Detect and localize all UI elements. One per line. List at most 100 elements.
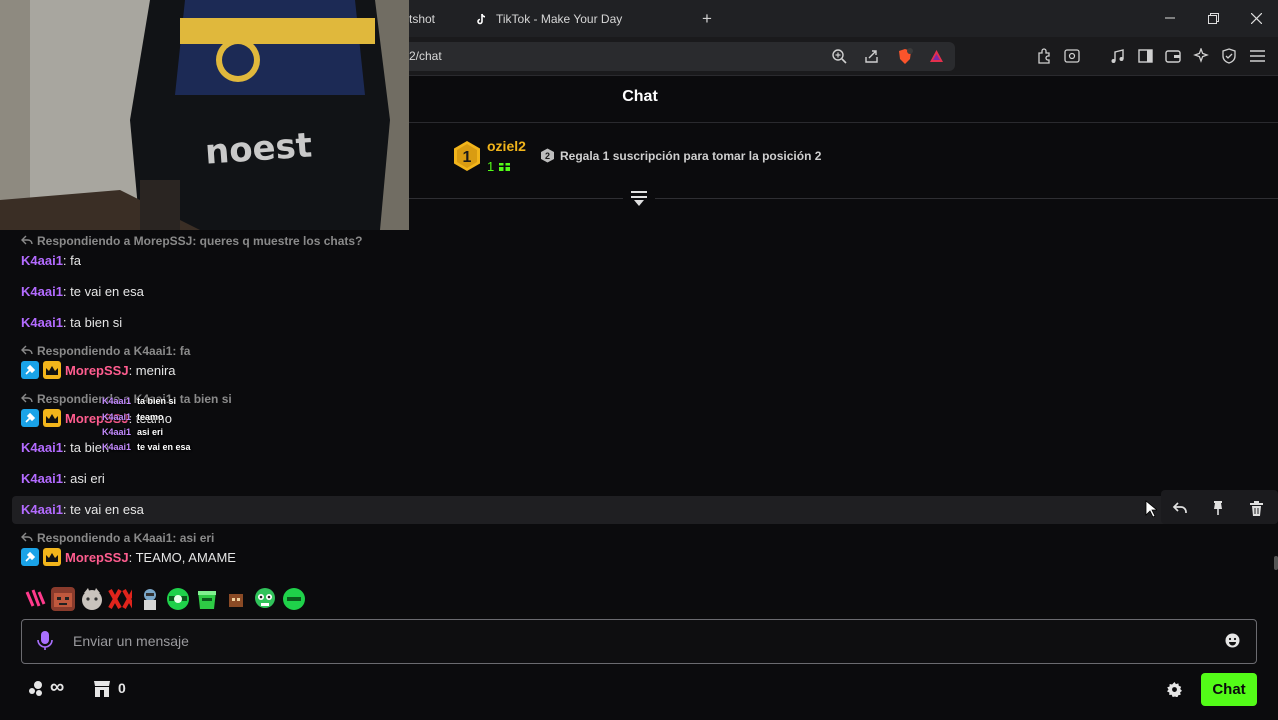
emote-red-x-icon[interactable] xyxy=(108,587,132,611)
chat-text: : menira xyxy=(128,362,176,378)
webcam-picture: noest xyxy=(0,0,409,230)
chat-username[interactable]: MorepSSJ xyxy=(65,550,129,565)
overlay-username: K4aai1 xyxy=(102,396,132,406)
reply-text: Respondiendo a K4aai1: asi eri xyxy=(37,531,215,545)
overlay-chat-line: K4aai1 teamo xyxy=(102,412,164,422)
chat-title: Chat xyxy=(622,88,658,105)
mouse-cursor-icon xyxy=(1145,500,1159,523)
tiktok-icon xyxy=(474,12,488,26)
emote-skull-icon[interactable] xyxy=(253,587,277,611)
reply-arrow-icon xyxy=(21,392,33,406)
chat-settings-gear-icon[interactable] xyxy=(1167,682,1182,702)
chat-text: : ta bien si xyxy=(62,315,123,330)
send-chat-button[interactable]: Chat xyxy=(1201,673,1257,706)
emoji-picker-icon[interactable] xyxy=(1225,633,1240,653)
overlay-chat-line: K4aai1 asi eri xyxy=(102,427,163,437)
reply-action-icon[interactable] xyxy=(1169,497,1191,519)
close-window-icon[interactable] xyxy=(1246,8,1266,28)
emote-brown-box-icon[interactable] xyxy=(224,587,248,611)
chat-username[interactable]: MorepSSJ xyxy=(65,363,129,378)
chat-message[interactable]: K4aai1: ta bien si xyxy=(21,315,122,330)
chat-username[interactable]: K4aai1 xyxy=(21,502,63,517)
chat-message[interactable]: K4aai1: ta bien xyxy=(21,440,109,455)
emote-green-chat-icon[interactable] xyxy=(282,587,306,611)
zoom-icon[interactable] xyxy=(830,47,848,65)
rank-1-badge-icon: 1 xyxy=(451,140,483,177)
emote-pink-hearts-icon[interactable] xyxy=(23,587,47,611)
chat-message[interactable]: MorepSSJ: TEAMO, AMAME xyxy=(21,548,236,566)
overlay-text: asi eri xyxy=(137,427,164,437)
divider-left xyxy=(409,198,623,199)
reply-context[interactable]: Respondiendo a K4aai1: fa xyxy=(21,344,190,358)
chat-message[interactable]: K4aai1: fa xyxy=(21,253,81,268)
chat-message[interactable]: K4aai1: asi eri xyxy=(21,471,105,486)
reply-context[interactable]: Respondiendo a MorepSSJ: queres q muestr… xyxy=(21,234,362,248)
overlay-username: K4aai1 xyxy=(102,442,132,452)
svg-text:noest: noest xyxy=(204,125,314,172)
overlay-chat-line: K4aai1 ta bien si xyxy=(102,396,176,406)
vpn-shield-icon[interactable] xyxy=(1220,47,1238,65)
screenshot-ext-icon[interactable] xyxy=(1063,47,1081,65)
leaderboard-user[interactable]: oziel2 xyxy=(487,138,526,154)
emote-green-bucket-icon[interactable] xyxy=(195,587,219,611)
reply-context[interactable]: Respondiendo a K4aai1: asi eri xyxy=(21,531,214,545)
chat-input-box[interactable] xyxy=(21,619,1257,664)
reply-text: Respondiendo a K4aai1: fa xyxy=(37,344,191,358)
tab-screenshot[interactable]: tshot xyxy=(409,6,435,32)
chat-input-placeholder[interactable]: Enviar un mensaje xyxy=(73,633,189,649)
leo-ai-icon[interactable] xyxy=(1192,47,1210,65)
url-text: 2/chat xyxy=(409,49,442,63)
tab-tiktok[interactable]: TikTok - Make Your Day xyxy=(474,6,622,32)
chat-username[interactable]: K4aai1 xyxy=(21,440,63,455)
emote-green-ball-icon[interactable] xyxy=(166,587,190,611)
chat-username[interactable]: K4aai1 xyxy=(21,315,63,330)
delete-action-icon[interactable] xyxy=(1245,497,1267,519)
overlay-username: K4aai1 xyxy=(102,427,132,437)
menu-icon[interactable] xyxy=(1248,47,1266,65)
gift-box-icon xyxy=(499,159,511,174)
reply-arrow-icon xyxy=(21,344,33,358)
chat-scrollbar-thumb[interactable] xyxy=(1274,556,1278,570)
leaderboard-cta[interactable]: 2 Regala 1 suscripción para tomar la pos… xyxy=(540,148,821,163)
crown-badge-icon xyxy=(43,548,61,566)
overlay-text: teamo xyxy=(137,412,164,422)
community-icon[interactable] xyxy=(28,680,46,702)
emote-cat-icon[interactable] xyxy=(80,587,104,611)
pin-action-icon[interactable] xyxy=(1207,497,1229,519)
store-icon[interactable] xyxy=(93,680,111,702)
emote-face-icon[interactable] xyxy=(51,587,75,611)
minimize-icon[interactable] xyxy=(1160,8,1180,28)
microphone-icon[interactable] xyxy=(37,631,53,656)
chat-text: : TEAMO, AMAME xyxy=(128,549,236,565)
brave-shields-icon[interactable] xyxy=(896,47,914,65)
header-divider xyxy=(409,122,1278,123)
chat-message[interactable]: MorepSSJ: menira xyxy=(21,361,176,379)
tab-label: tshot xyxy=(409,12,436,26)
new-tab-button[interactable]: + xyxy=(702,9,712,29)
rank-number: 1 xyxy=(463,149,472,166)
share-icon[interactable] xyxy=(862,47,880,65)
hovered-message-background xyxy=(12,496,1278,524)
store-count: 0 xyxy=(118,680,126,696)
reply-arrow-icon xyxy=(21,234,33,248)
chat-text: : fa xyxy=(62,253,81,268)
chat-username[interactable]: K4aai1 xyxy=(21,471,63,486)
chat-message-hovered[interactable]: K4aai1: te vai en esa xyxy=(21,502,144,517)
restore-icon[interactable] xyxy=(1203,8,1223,28)
points-infinity[interactable]: ∞ xyxy=(50,676,64,699)
emote-character-icon[interactable] xyxy=(138,587,162,611)
music-icon[interactable] xyxy=(1108,47,1126,65)
collapse-leaderboard-icon[interactable] xyxy=(630,190,648,212)
wallet-icon[interactable] xyxy=(1164,47,1182,65)
rank-2-hex-icon: 2 xyxy=(540,148,555,163)
overlay-text: te vai en esa xyxy=(137,442,191,452)
tab-label: TikTok - Make Your Day xyxy=(496,12,623,26)
overlay-chat-line: K4aai1 te vai en esa xyxy=(102,442,191,452)
chat-username[interactable]: K4aai1 xyxy=(21,253,63,268)
chat-text: : te vai en esa xyxy=(62,502,144,517)
chat-message[interactable]: K4aai1: te vai en esa xyxy=(21,284,144,299)
brave-rewards-icon[interactable] xyxy=(927,47,945,65)
extensions-icon[interactable] xyxy=(1035,47,1053,65)
sidebar-icon[interactable] xyxy=(1136,47,1154,65)
chat-username[interactable]: K4aai1 xyxy=(21,284,63,299)
